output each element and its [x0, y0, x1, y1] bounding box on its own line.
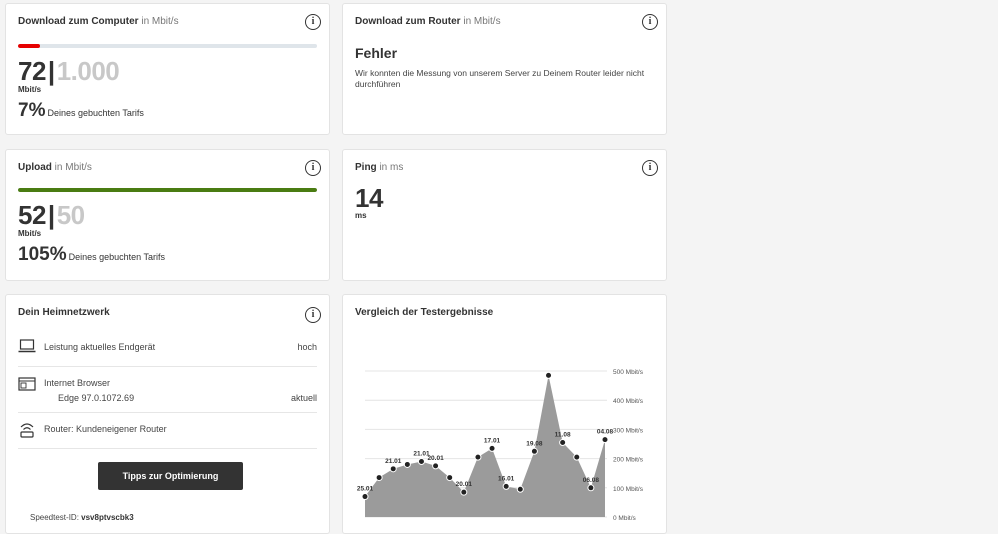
download-router-title: Download zum Router in Mbit/s: [355, 16, 501, 27]
network-row-label: Router: Kundeneigener Router: [44, 424, 167, 434]
chart-point[interactable]: [573, 453, 581, 461]
chart-point[interactable]: [587, 484, 595, 492]
chart-y-tick-label: 100 Mbit/s: [613, 486, 644, 493]
optimization-tips-button[interactable]: Tipps zur Optimierung: [98, 462, 243, 490]
chart-point[interactable]: [488, 444, 496, 452]
network-row-sublabel: Edge 97.0.1072.69: [58, 393, 135, 403]
chart-point-label: 21.01: [385, 458, 402, 465]
chart-point[interactable]: [545, 371, 553, 379]
home-network-card: Dein Heimnetzwerk i Leistung aktuelles E…: [5, 294, 330, 534]
chart-y-tick-label: 200 Mbit/s: [613, 457, 644, 464]
chart-point[interactable]: [417, 458, 425, 466]
ping-card: Ping in ms i 14 ms: [342, 149, 667, 281]
download-speed: 72|1.000: [18, 56, 120, 86]
upload-progress-fill: [18, 188, 317, 192]
home-network-title: Dein Heimnetzwerk: [18, 307, 110, 318]
chart-point-label: 16.01: [498, 475, 515, 482]
download-progress-fill: [18, 44, 40, 48]
download-progress-bar: [18, 44, 317, 48]
info-icon[interactable]: i: [642, 160, 658, 176]
ping-title: Ping in ms: [355, 162, 404, 173]
chart-point[interactable]: [530, 447, 538, 455]
chart-point[interactable]: [375, 474, 383, 482]
chart-point-label: 17.01: [484, 437, 501, 444]
network-row-value: hoch: [297, 342, 317, 352]
chart-point[interactable]: [432, 462, 440, 470]
speedtest-id: Speedtest-ID: vsv8ptvscbk3: [30, 513, 134, 522]
chart-y-tick-label: 500 Mbit/s: [613, 369, 644, 376]
chart-point-label: 11.08: [555, 432, 571, 439]
error-message: Wir konnten die Messung von unserem Serv…: [355, 68, 645, 89]
chart-point[interactable]: [446, 474, 454, 482]
download-router-card: Download zum Router in Mbit/s i Fehler W…: [342, 3, 667, 135]
chart-point[interactable]: [403, 460, 411, 468]
info-icon[interactable]: i: [305, 14, 321, 30]
chart-point[interactable]: [516, 485, 524, 493]
chart-point[interactable]: [361, 493, 369, 501]
chart-point[interactable]: [502, 482, 510, 490]
network-row-label: Internet Browser: [44, 378, 111, 388]
upload-progress-bar: [18, 188, 317, 192]
browser-icon: [18, 377, 36, 391]
ping-value: 14: [355, 183, 383, 213]
network-row-browser: Internet Browser Edge 97.0.1072.69 aktue…: [18, 367, 317, 413]
network-row-value: aktuell: [290, 393, 317, 403]
chart-point[interactable]: [474, 453, 482, 461]
comparison-card: Vergleich der Testergebnisse 0 Mbit/s 100…: [342, 294, 667, 534]
download-percent: 7% Deines gebuchten Tarifs: [18, 100, 144, 121]
error-title: Fehler: [355, 45, 398, 61]
upload-card: Upload in Mbit/s i 52|50 Mbit/s 105% Dein…: [5, 149, 330, 281]
chart-point-label: 20.01: [456, 481, 473, 488]
download-unit: Mbit/s: [18, 85, 42, 94]
chart-point[interactable]: [601, 436, 609, 444]
chart-point-label: 04.08: [597, 429, 614, 436]
network-row-label: Leistung aktuelles Endgerät: [44, 342, 156, 352]
info-icon[interactable]: i: [305, 160, 321, 176]
ping-unit: ms: [355, 211, 367, 220]
chart-y-tick-label: 300 Mbit/s: [613, 427, 644, 434]
chart-point-label: 25.01: [357, 486, 374, 493]
chart-point-label: 19.08: [526, 440, 543, 447]
chart-point[interactable]: [559, 439, 567, 447]
chart-point-label: 06.08: [583, 477, 600, 484]
comparison-chart: 0 Mbit/s100 Mbit/s200 Mbit/s300 Mbit/s40…: [357, 369, 644, 522]
chart-point[interactable]: [460, 488, 468, 496]
router-icon: [20, 423, 34, 438]
upload-speed: 52|50: [18, 200, 85, 230]
upload-title: Upload in Mbit/s: [18, 162, 92, 173]
chart-y-tick-label: 400 Mbit/s: [613, 398, 644, 405]
upload-percent: 105% Deines gebuchten Tarifs: [18, 244, 166, 265]
download-computer-card: Download zum Computer in Mbit/s i 72|1.0…: [5, 3, 330, 135]
download-computer-title: Download zum Computer in Mbit/s: [18, 16, 179, 27]
info-icon[interactable]: i: [305, 307, 321, 323]
laptop-icon: [18, 339, 36, 353]
chart-point-label: 20.01: [427, 455, 444, 462]
info-icon[interactable]: i: [642, 14, 658, 30]
upload-unit: Mbit/s: [18, 229, 42, 238]
network-row-router: Router: Kundeneigener Router: [18, 413, 317, 449]
chart-area: [365, 375, 605, 517]
chart-point[interactable]: [389, 465, 397, 473]
network-row-device: Leistung aktuelles Endgerät hoch: [18, 335, 317, 367]
